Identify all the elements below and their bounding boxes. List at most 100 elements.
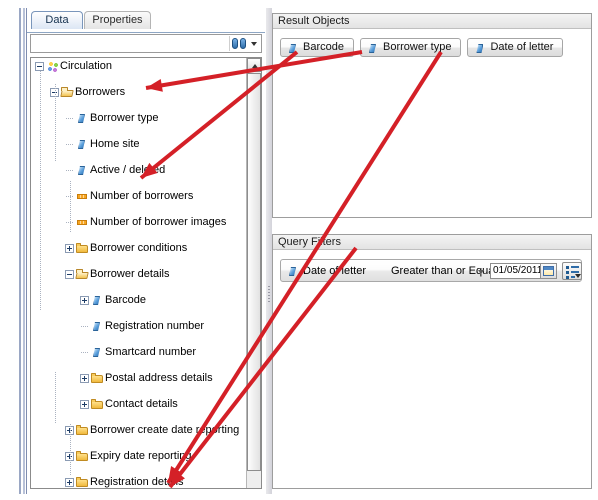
tree-node-expiry-date-reporting[interactable]: Expiry date reporting	[31, 450, 245, 463]
tree-node-label: Number of borrowers	[90, 190, 194, 202]
query-filters-title: Query Filters	[273, 235, 591, 250]
dimension-icon	[91, 321, 104, 332]
tree-node-circulation[interactable]: Circulation	[31, 60, 245, 73]
binoculars-icon[interactable]	[232, 38, 246, 49]
tree-node-smartcard-number[interactable]: Smartcard number	[31, 346, 245, 359]
query-filters-panel: Query Filters Date of letter Greater tha…	[272, 234, 592, 489]
expand-icon[interactable]	[65, 478, 74, 487]
folder-icon	[76, 243, 89, 254]
tree-node-label: Registration number	[105, 320, 205, 332]
collapse-icon[interactable]	[35, 62, 44, 71]
filter-object-label: Date of letter	[303, 265, 366, 277]
result-object-chip[interactable]: Borrower type	[359, 38, 462, 57]
tab-data[interactable]: Data	[31, 11, 83, 29]
result-object-label: Borrower type	[382, 41, 452, 53]
expand-icon[interactable]	[80, 400, 89, 409]
tree-node-borrowers[interactable]: Borrowers	[31, 86, 245, 99]
tree-node-number-of-borrower-images[interactable]: Number of borrower images	[31, 216, 245, 229]
browser-tabstrip: Data Properties	[27, 11, 265, 33]
tree-node-label: Borrower details	[90, 268, 170, 280]
tab-properties[interactable]: Properties	[84, 11, 151, 29]
query-panel-window: Data Properties Circulation Borrowers Borr…	[0, 0, 598, 500]
folder-open-icon	[76, 269, 89, 280]
tree-node-label: Registration details	[90, 476, 184, 488]
query-definition-column: Result Objects Barcode Borrower type Date …	[266, 8, 592, 494]
tree-node-postal-address-details[interactable]: Postal address details	[31, 372, 245, 385]
frame-bevel-outer	[19, 8, 21, 494]
tree-node-list: Circulation Borrowers Borrower type Home si…	[31, 58, 245, 488]
dimension-icon	[287, 43, 300, 54]
universe-icon	[46, 61, 59, 72]
tree-scrollbar[interactable]	[246, 58, 261, 488]
tree-guide-line	[40, 71, 41, 311]
expand-icon[interactable]	[65, 244, 74, 253]
result-object-label: Date of letter	[490, 41, 554, 53]
search-divider	[229, 36, 230, 51]
expand-icon[interactable]	[80, 374, 89, 383]
result-objects-body[interactable]: Barcode Borrower type Date of letter	[273, 30, 591, 217]
frame-bevel-middle	[23, 8, 25, 494]
tree-guide-line	[70, 181, 71, 233]
dimension-icon	[76, 165, 89, 176]
tree-connector	[81, 352, 88, 353]
tree-guide-line	[55, 372, 56, 424]
tree-node-label: Circulation	[60, 60, 112, 72]
tree-node-borrower-type[interactable]: Borrower type	[31, 112, 245, 125]
tree-node-active-deleted[interactable]: Active / deleted	[31, 164, 245, 177]
tree-node-label: Borrower conditions	[90, 242, 188, 254]
tree-connector	[66, 118, 73, 119]
tree-connector	[66, 170, 73, 171]
folder-icon	[76, 451, 89, 462]
value-list-icon[interactable]	[562, 262, 582, 280]
tree-guide-line	[70, 424, 71, 476]
tree-node-label: Active / deleted	[90, 164, 166, 176]
measure-icon	[76, 217, 89, 228]
tree-node-label: Barcode	[105, 294, 146, 306]
tree-node-borrower-details[interactable]: Borrower details	[31, 268, 245, 281]
tree-node-label: Postal address details	[105, 372, 213, 384]
tree-node-label: Borrower type	[90, 112, 159, 124]
splitter-grip	[268, 286, 270, 304]
tree-node-label: Smartcard number	[105, 346, 197, 358]
tree-node-label: Number of borrower images	[90, 216, 227, 228]
dimension-icon	[287, 266, 300, 277]
tree-node-label: Home site	[90, 138, 140, 150]
tabstrip-underline	[27, 32, 265, 33]
tree-node-borrower-conditions[interactable]: Borrower conditions	[31, 242, 245, 255]
folder-icon	[76, 477, 89, 488]
result-object-chip[interactable]: Date of letter	[467, 38, 564, 57]
scroll-up-button[interactable]	[247, 58, 261, 72]
tree-node-contact-details[interactable]: Contact details	[31, 398, 245, 411]
search-input[interactable]	[32, 36, 217, 51]
tree-node-label: Borrowers	[75, 86, 126, 98]
result-object-chip[interactable]: Barcode	[280, 38, 354, 57]
folder-icon	[91, 399, 104, 410]
tree-node-borrower-create-date-reporting[interactable]: Borrower create date reporting	[31, 424, 245, 437]
filter-operator-chevron-down-icon[interactable]	[478, 270, 484, 274]
query-filters-body[interactable]: Date of letter Greater than or Equal to …	[273, 251, 591, 488]
scrollbar-thumb[interactable]	[247, 73, 261, 471]
dimension-icon	[367, 43, 380, 54]
tree-node-home-site[interactable]: Home site	[31, 138, 245, 151]
collapse-icon[interactable]	[65, 270, 74, 279]
folder-icon	[76, 425, 89, 436]
tree-node-registration-details[interactable]: Registration details	[31, 476, 245, 488]
result-object-label: Barcode	[303, 41, 344, 53]
dimension-icon	[91, 295, 104, 306]
tree-guide-line	[55, 84, 56, 162]
tree-connector	[66, 144, 73, 145]
tree-node-barcode[interactable]: Barcode	[31, 294, 245, 307]
tree-connector	[81, 326, 88, 327]
search-chevron-down-icon[interactable]	[251, 42, 257, 46]
tree-node-number-of-borrowers[interactable]: Number of borrowers	[31, 190, 245, 203]
calendar-icon[interactable]	[540, 263, 557, 279]
measure-icon	[76, 191, 89, 202]
expand-icon[interactable]	[80, 296, 89, 305]
filter-row[interactable]: Date of letter Greater than or Equal to …	[280, 259, 582, 282]
search-bar	[30, 34, 262, 53]
tree-node-label: Contact details	[105, 398, 178, 410]
universe-tree[interactable]: Circulation Borrowers Borrower type Home si…	[30, 57, 262, 489]
result-objects-panel: Result Objects Barcode Borrower type Date …	[272, 13, 592, 218]
tree-node-registration-number[interactable]: Registration number	[31, 320, 245, 333]
tree-node-label: Expiry date reporting	[90, 450, 192, 462]
